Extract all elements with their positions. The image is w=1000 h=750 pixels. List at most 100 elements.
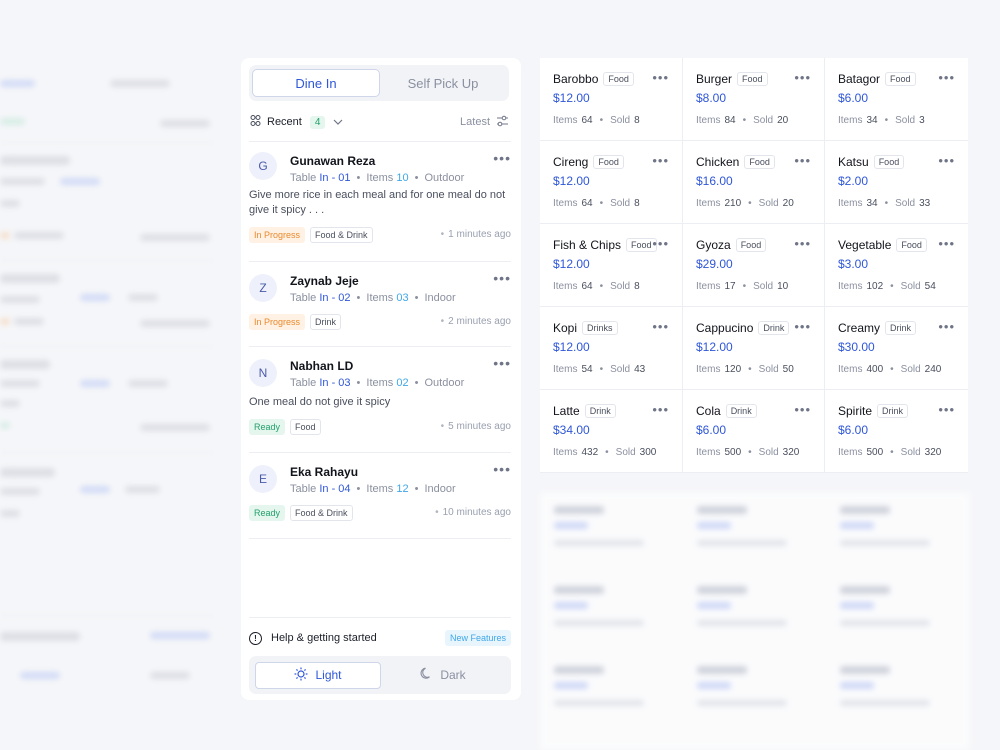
- help-row[interactable]: ! Help & getting started New Features: [249, 628, 511, 648]
- menu-item-stats: Items 34 • Sold 3: [838, 115, 925, 126]
- more-options-icon[interactable]: •••: [794, 153, 811, 168]
- menu-item-name-row: Cireng Food: [553, 155, 624, 169]
- more-options-icon[interactable]: •••: [938, 70, 955, 85]
- more-options-icon[interactable]: •••: [652, 70, 669, 85]
- menu-item-name-row: Cappucino Drink: [696, 321, 790, 335]
- more-options-icon[interactable]: •••: [794, 402, 811, 417]
- category-badge: Food: [593, 155, 624, 169]
- menu-item-stats: Items 64 • Sold 8: [553, 115, 640, 126]
- more-options-icon[interactable]: •••: [493, 355, 511, 371]
- menu-item-card[interactable]: Chicken Food ••• $16.00 Items 210 • Sold 20: [683, 141, 825, 224]
- menu-item-name: Creamy: [838, 321, 881, 335]
- menu-item-price: $12.00: [553, 91, 590, 105]
- menu-item-card[interactable]: Vegetable Food ••• $3.00 Items 102 • Sold 54: [825, 224, 968, 307]
- more-options-icon[interactable]: •••: [652, 236, 669, 251]
- more-options-icon[interactable]: •••: [794, 319, 811, 334]
- sort-latest-button[interactable]: Latest: [460, 115, 509, 130]
- menu-item-stats: Items 84 • Sold 20: [696, 115, 789, 126]
- menu-item-name-row: Creamy Drink: [838, 321, 917, 335]
- avatar: E: [249, 465, 277, 493]
- divider: [249, 452, 511, 453]
- blurred-sidebar-background: [0, 60, 225, 750]
- moon-icon: [420, 667, 433, 683]
- menu-item-stats: Items 34 • Sold 33: [838, 198, 931, 209]
- menu-item-card[interactable]: Katsu Food ••• $2.00 Items 34 • Sold 33: [825, 141, 968, 224]
- theme-dark-button[interactable]: Dark: [381, 662, 505, 689]
- menu-item-stats: Items 54 • Sold 43: [553, 364, 646, 375]
- category-badge: Food: [290, 419, 321, 435]
- menu-item-card[interactable]: Creamy Drink ••• $30.00 Items 400 • Sold 240: [825, 307, 968, 390]
- order-card[interactable]: N Nabhan LD ••• Table In - 03 • Items 02 • O…: [249, 355, 511, 439]
- customer-name: Eka Rahayu: [290, 465, 359, 479]
- tab-dine-in[interactable]: Dine In: [252, 69, 380, 97]
- more-options-icon[interactable]: •••: [938, 153, 955, 168]
- more-options-icon[interactable]: •••: [652, 153, 669, 168]
- menu-item-card[interactable]: Gyoza Food ••• $29.00 Items 17 • Sold 10: [683, 224, 825, 307]
- theme-light-button[interactable]: Light: [255, 661, 381, 689]
- new-features-badge[interactable]: New Features: [444, 630, 511, 646]
- more-options-icon[interactable]: •••: [493, 150, 511, 166]
- menu-item-price: $29.00: [696, 257, 733, 271]
- menu-item-name: Spirite: [838, 404, 873, 418]
- menu-item-price: $6.00: [838, 423, 869, 437]
- menu-item-name: Chicken: [696, 155, 740, 169]
- menu-item-name: Barobbo: [553, 72, 599, 86]
- order-meta: Table In - 04 • Items 12 • Indoor: [290, 483, 456, 495]
- menu-item-card[interactable]: Cappucino Drink ••• $12.00 Items 120 • Sold 50: [683, 307, 825, 390]
- menu-item-name-row: Chicken Food: [696, 155, 775, 169]
- order-card[interactable]: G Gunawan Reza ••• Table In - 01 • Items 1…: [249, 150, 511, 254]
- customer-name: Gunawan Reza: [290, 154, 376, 168]
- more-options-icon[interactable]: •••: [794, 70, 811, 85]
- status-badge: In Progress: [249, 227, 306, 243]
- menu-item-name: Cola: [696, 404, 721, 418]
- menu-item-card[interactable]: Latte Drink ••• $34.00 Items 432 • Sold 300: [540, 390, 683, 473]
- customer-name: Nabhan LD: [290, 359, 354, 373]
- more-options-icon[interactable]: •••: [938, 402, 955, 417]
- category-badge: Food: [885, 72, 916, 86]
- status-badge: Ready: [249, 419, 286, 435]
- menu-item-card[interactable]: Batagor Food ••• $6.00 Items 34 • Sold 3: [825, 58, 968, 141]
- menu-item-card[interactable]: Fish & Chips Food ••• $12.00 Items 64 • Sold 8: [540, 224, 683, 307]
- order-note: One meal do not give it spicy: [249, 396, 391, 408]
- help-label[interactable]: Help & getting started: [271, 632, 377, 644]
- menu-item-name-row: Gyoza Food: [696, 238, 767, 252]
- recent-label[interactable]: Recent: [267, 116, 302, 128]
- more-options-icon[interactable]: •••: [652, 319, 669, 334]
- more-options-icon[interactable]: •••: [794, 236, 811, 251]
- theme-dark-label: Dark: [440, 668, 466, 682]
- menu-item-card[interactable]: Burger Food ••• $8.00 Items 84 • Sold 20: [683, 58, 825, 141]
- menu-item-name: Batagor: [838, 72, 881, 86]
- chevron-down-icon[interactable]: [333, 117, 343, 128]
- menu-item-card[interactable]: Cola Drink ••• $6.00 Items 500 • Sold 320: [683, 390, 825, 473]
- menu-item-name: Katsu: [838, 155, 869, 169]
- more-options-icon[interactable]: •••: [938, 319, 955, 334]
- order-meta: Table In - 02 • Items 03 • Indoor: [290, 292, 456, 304]
- more-options-icon[interactable]: •••: [938, 236, 955, 251]
- order-time: 1 minutes ago: [441, 229, 511, 240]
- order-card[interactable]: Z Zaynab Jeje ••• Table In - 02 • Items 03…: [249, 270, 511, 346]
- more-options-icon[interactable]: •••: [493, 270, 511, 286]
- menu-item-card[interactable]: Cireng Food ••• $12.00 Items 64 • Sold 8: [540, 141, 683, 224]
- menu-item-card[interactable]: Spirite Drink ••• $6.00 Items 500 • Sold 320: [825, 390, 968, 473]
- tab-self-pick-up[interactable]: Self Pick Up: [380, 69, 506, 97]
- menu-item-card[interactable]: Barobbo Food ••• $12.00 Items 64 • Sold 8: [540, 58, 683, 141]
- menu-item-stats: Items 500 • Sold 320: [838, 447, 942, 458]
- menu-item-name: Latte: [553, 404, 580, 418]
- divider: [249, 346, 511, 347]
- recent-count-badge: 4: [309, 115, 326, 129]
- menu-item-stats: Items 102 • Sold 54: [838, 281, 936, 292]
- menu-item-name: Vegetable: [838, 238, 892, 252]
- menu-item-name: Cappucino: [696, 321, 754, 335]
- order-meta: Table In - 03 • Items 02 • Outdoor: [290, 377, 465, 389]
- more-options-icon[interactable]: •••: [652, 402, 669, 417]
- order-card[interactable]: E Eka Rahayu ••• Table In - 04 • Items 12 •…: [249, 461, 511, 537]
- menu-item-price: $30.00: [838, 340, 875, 354]
- menu-item-name-row: Batagor Food: [838, 72, 916, 86]
- divider: [249, 141, 511, 142]
- menu-item-stats: Items 210 • Sold 20: [696, 198, 794, 209]
- category-badge: Food: [896, 238, 927, 252]
- menu-item-price: $6.00: [696, 423, 727, 437]
- menu-item-card[interactable]: Kopi Drinks ••• $12.00 Items 54 • Sold 43: [540, 307, 683, 390]
- more-options-icon[interactable]: •••: [493, 461, 511, 477]
- order-type-toggle: Dine In Self Pick Up: [249, 65, 509, 101]
